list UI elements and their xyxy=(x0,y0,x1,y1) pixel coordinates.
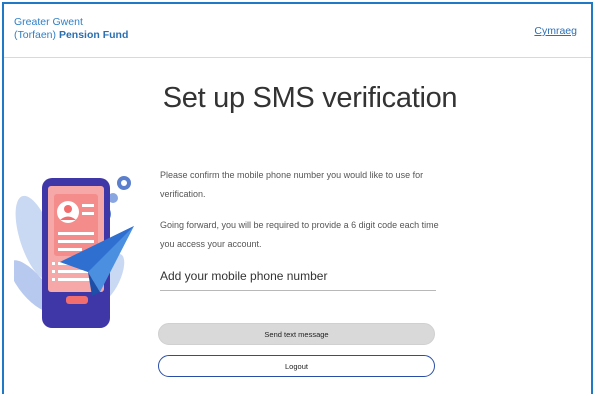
phone-sms-illustration-icon xyxy=(9,168,144,333)
brand-line2: (Torfaen) Pension Fund xyxy=(14,29,128,42)
send-text-message-button[interactable]: Send text message xyxy=(158,323,435,345)
logout-button[interactable]: Logout xyxy=(158,355,435,377)
brand-strong: Pension Fund xyxy=(58,29,129,41)
site-header: Greater Gwent (Torfaen) Pension Fund Cym… xyxy=(4,4,591,58)
instruction-text: Please confirm the mobile phone number y… xyxy=(160,170,424,199)
mobile-phone-input[interactable] xyxy=(160,267,436,291)
brand-logo[interactable]: Greater Gwent (Torfaen) Pension Fund xyxy=(14,16,128,42)
phone-field-wrapper xyxy=(160,267,436,291)
page-title: Set up SMS verification xyxy=(162,82,458,114)
security-note-text: Going forward, you will be required to p… xyxy=(160,220,439,249)
language-toggle-link[interactable]: Cymraeg xyxy=(534,25,577,37)
brand-line1: Greater Gwent xyxy=(14,16,83,28)
brand-prefix: (Torfaen) xyxy=(14,29,59,41)
